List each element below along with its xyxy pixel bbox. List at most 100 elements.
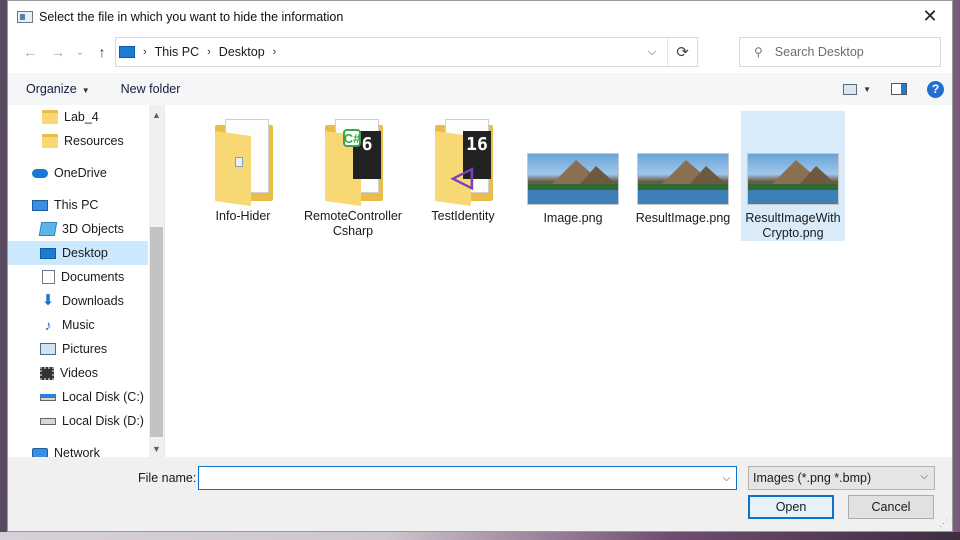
sidebar-item-lab-4[interactable]: Lab_4	[8, 105, 148, 129]
chevron-down-icon: ▼	[152, 444, 161, 454]
file-item-test-identity[interactable]: 16 ◁ TestIdentity	[411, 111, 515, 241]
sidebar-item-label: Pictures	[62, 342, 108, 356]
file-item-result-image-png[interactable]: ResultImage.png	[631, 111, 735, 241]
scroll-down-button[interactable]: ▼	[149, 441, 164, 457]
view-options-caret-icon[interactable]: ▼	[863, 85, 871, 94]
scroll-up-button[interactable]: ▲	[149, 107, 164, 123]
visual-studio-icon: ◁	[451, 160, 473, 192]
sidebar-item-desktop[interactable]: Desktop	[8, 241, 148, 265]
folder-icon: 16 ◁	[431, 117, 495, 207]
file-type-select[interactable]: Images (*.png *.bmp) ⌵	[748, 466, 935, 490]
sidebar-item-pictures[interactable]: Pictures	[8, 337, 148, 361]
folder-icon	[42, 110, 58, 124]
sidebar-item-onedrive[interactable]: OneDrive	[8, 161, 148, 185]
breadcrumb-separator[interactable]: ›	[143, 46, 147, 58]
computer-icon	[32, 199, 48, 211]
address-dropdown-button[interactable]: ⌵	[641, 38, 663, 66]
breadcrumb-desktop[interactable]: Desktop	[219, 45, 265, 59]
search-box[interactable]: ⚲ Search Desktop	[739, 37, 941, 67]
command-bar: Organize ▼ New folder ▼ ?	[8, 73, 952, 105]
organize-button[interactable]: Organize ▼	[26, 82, 90, 96]
address-bar[interactable]: › This PC › Desktop › ⌵ ⟳	[115, 37, 698, 67]
disk-icon	[40, 417, 56, 425]
download-icon: ⬇	[41, 292, 55, 309]
chevron-down-icon: ⌄	[75, 46, 85, 58]
file-item-result-image-with-crypto-png[interactable]: ResultImageWithCrypto.png	[741, 111, 845, 241]
refresh-button[interactable]: ⟳	[667, 38, 697, 66]
sidebar-item-local-disk-c[interactable]: Local Disk (C:)	[8, 385, 148, 409]
breadcrumb-this-pc[interactable]: This PC	[155, 45, 199, 59]
up-arrow-icon: ↑	[98, 44, 106, 60]
scrollbar-thumb[interactable]	[150, 227, 163, 437]
forward-button[interactable]: →	[48, 42, 68, 62]
disk-icon	[40, 393, 56, 401]
sidebar-item-downloads[interactable]: ⬇ Downloads	[8, 289, 148, 313]
close-button[interactable]: ✕	[908, 1, 952, 32]
organize-label: Organize	[26, 82, 77, 96]
file-name-label: File name:	[138, 471, 197, 485]
breadcrumb-separator[interactable]: ›	[273, 46, 277, 58]
folder-icon: 6 C#	[321, 117, 385, 207]
sidebar-item-resources[interactable]: Resources	[8, 129, 148, 153]
sidebar-item-label: Local Disk (C:)	[62, 390, 144, 404]
up-button[interactable]: ↑	[92, 42, 112, 62]
title-bar: Select the file in which you want to hid…	[8, 1, 952, 32]
sidebar-item-label: Desktop	[62, 246, 108, 260]
sidebar-item-label: Network	[54, 446, 100, 457]
forward-arrow-icon: →	[51, 44, 65, 60]
file-name-input[interactable]	[198, 466, 737, 490]
file-name: Info-Hider	[215, 209, 271, 223]
chevron-down-icon: ⌵	[920, 471, 928, 482]
open-button[interactable]: Open	[748, 495, 834, 519]
help-icon[interactable]: ?	[927, 80, 944, 98]
chevron-up-icon: ▲	[152, 110, 161, 120]
recent-locations-button[interactable]: ⌄	[70, 42, 90, 62]
view-controls: ▼ ?	[843, 73, 952, 105]
app-emblem-icon	[235, 157, 243, 167]
sidebar-item-music[interactable]: ♪ Music	[8, 313, 148, 337]
image-thumbnail	[527, 153, 619, 205]
sidebar-item-label: Music	[62, 318, 95, 332]
resize-grip-icon[interactable]: ⋰	[939, 518, 948, 529]
sidebar-item-label: Local Disk (D:)	[62, 414, 144, 428]
file-name: TestIdentity	[431, 209, 495, 223]
open-file-dialog: Select the file in which you want to hid…	[7, 0, 953, 532]
file-item-remote-controller-csharp[interactable]: 6 C# RemoteControllerCsharp	[301, 111, 405, 241]
refresh-icon: ⟳	[676, 44, 689, 61]
breadcrumb-separator[interactable]: ›	[207, 46, 211, 58]
change-view-icon[interactable]	[843, 83, 858, 95]
sidebar-item-this-pc[interactable]: This PC	[8, 193, 148, 217]
sidebar-item-videos[interactable]: Videos	[8, 361, 148, 385]
navigation-scrollbar[interactable]: ▲ ▼	[149, 105, 164, 457]
sidebar-item-3d-objects[interactable]: 3D Objects	[8, 217, 148, 241]
new-folder-button[interactable]: New folder	[121, 82, 181, 96]
sidebar-item-label: Documents	[61, 270, 125, 284]
cube-icon	[38, 222, 58, 236]
back-button[interactable]: ←	[20, 42, 40, 62]
file-name-dropdown-button[interactable]: ⌵	[717, 467, 736, 489]
preview-pane-icon[interactable]	[891, 83, 907, 95]
file-item-info-hider[interactable]: Info-Hider	[191, 111, 295, 241]
video-icon	[40, 366, 54, 380]
network-icon	[32, 448, 48, 457]
file-type-value: Images (*.png *.bmp)	[753, 471, 872, 485]
search-icon: ⚲	[754, 45, 763, 59]
sidebar-item-label: Lab_4	[64, 110, 99, 124]
search-input[interactable]: Search Desktop	[775, 45, 864, 59]
document-icon	[42, 270, 55, 284]
cloud-icon	[32, 168, 48, 178]
address-row: ← → ⌄ ↑ › This PC › Desktop › ⌵ ⟳ ⚲ Sear…	[8, 36, 952, 68]
file-name: RemoteControllerCsharp	[304, 209, 402, 238]
sidebar-item-label: Downloads	[62, 294, 124, 308]
cancel-button[interactable]: Cancel	[848, 495, 934, 519]
sidebar-item-documents[interactable]: Documents	[8, 265, 148, 289]
sidebar-item-network[interactable]: Network	[8, 441, 148, 457]
file-item-image-png[interactable]: Image.png	[521, 111, 625, 241]
sidebar-item-label: This PC	[54, 198, 99, 212]
computer-icon	[119, 46, 135, 58]
chevron-down-icon: ⌵	[647, 45, 657, 58]
desktop-icon	[40, 247, 56, 259]
music-icon: ♪	[44, 317, 52, 333]
sidebar-item-local-disk-d[interactable]: Local Disk (D:)	[8, 409, 148, 433]
caret-down-icon: ▼	[81, 86, 90, 95]
